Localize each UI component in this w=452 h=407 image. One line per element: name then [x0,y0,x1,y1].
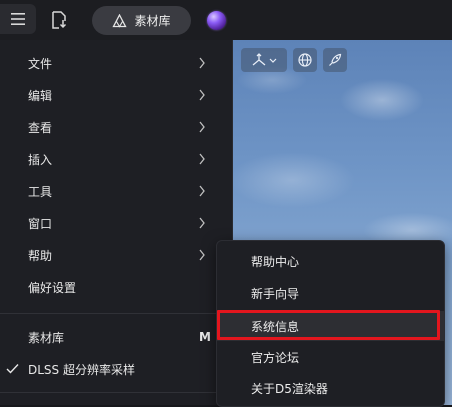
menu-divider [0,313,232,314]
submenu-item-label: 官方论坛 [251,350,300,365]
viewport-toolbar [241,48,347,72]
checkmark-icon [6,364,19,374]
menu-item-label: 帮助 [28,248,53,263]
menu-item-label: 素材库 [28,330,65,345]
chevron-right-icon [199,217,205,229]
globe-icon [298,53,312,67]
menu-item-label: 编辑 [28,88,53,103]
chevron-right-icon [199,249,205,261]
hamburger-icon [11,13,25,25]
chevron-right-icon [199,57,205,69]
submenu-item-help-center[interactable]: 帮助中心 [217,246,444,276]
submenu-item-label: 帮助中心 [251,254,300,269]
menu-item-label: 文件 [28,56,53,71]
asset-library-label: 素材库 [134,14,171,28]
chevron-right-icon [199,89,205,101]
menu-item-asset-library[interactable]: 素材库 M [0,322,232,352]
satellite-button[interactable] [323,48,347,72]
menu-item-edit[interactable]: 编辑 [0,80,232,110]
menu-item-shortcut: M [199,330,211,344]
axis-gizmo-icon [252,53,266,66]
menu-item-preferences[interactable]: 偏好设置 [0,272,232,302]
menu-item-view[interactable]: 查看 [0,112,232,142]
menu-item-label: 工具 [28,184,53,199]
chevron-right-icon [199,153,205,165]
menu-item-dlss[interactable]: DLSS 超分辨率采样 [0,354,232,384]
chevron-right-icon [199,185,205,197]
satellite-icon [329,53,342,66]
menu-item-label: 偏好设置 [28,280,77,295]
top-toolbar: 素材库 [0,0,452,40]
globe-button[interactable] [293,48,317,72]
menu-item-file[interactable]: 文件 [0,48,232,78]
menu-item-label: 窗口 [28,216,53,231]
submenu-item-beginner-guide[interactable]: 新手向导 [217,278,444,308]
file-import-icon [52,11,67,29]
menu-item-window[interactable]: 窗口 [0,208,232,238]
hamburger-menu-button[interactable] [0,4,36,34]
chevron-right-icon [199,121,205,133]
menu-item-label: 插入 [28,152,53,167]
asset-library-button[interactable]: 素材库 [92,6,191,35]
submenu-item-label: 关于D5渲染器 [251,381,328,396]
library-icon [112,13,128,28]
view-mode-dropdown[interactable] [241,48,287,72]
menu-item-label: DLSS 超分辨率采样 [28,362,135,377]
submenu-item-label: 新手向导 [251,286,300,301]
import-file-button[interactable] [44,6,74,34]
ai-assistant-orb-icon[interactable] [207,11,226,30]
menu-divider [0,392,232,393]
submenu-item-official-forum[interactable]: 官方论坛 [217,342,444,372]
chevron-down-icon [269,58,277,63]
menu-item-insert[interactable]: 插入 [0,144,232,174]
menu-item-tools[interactable]: 工具 [0,176,232,206]
main-menu-panel: 文件 编辑 查看 插入 工具 窗口 帮助 偏好设置 素材库 M DLSS 超分辨… [0,40,233,405]
submenu-item-about[interactable]: 关于D5渲染器 [217,373,444,403]
menu-item-help[interactable]: 帮助 [0,240,232,270]
highlight-annotation-box [217,310,440,340]
menu-item-label: 查看 [28,120,53,135]
